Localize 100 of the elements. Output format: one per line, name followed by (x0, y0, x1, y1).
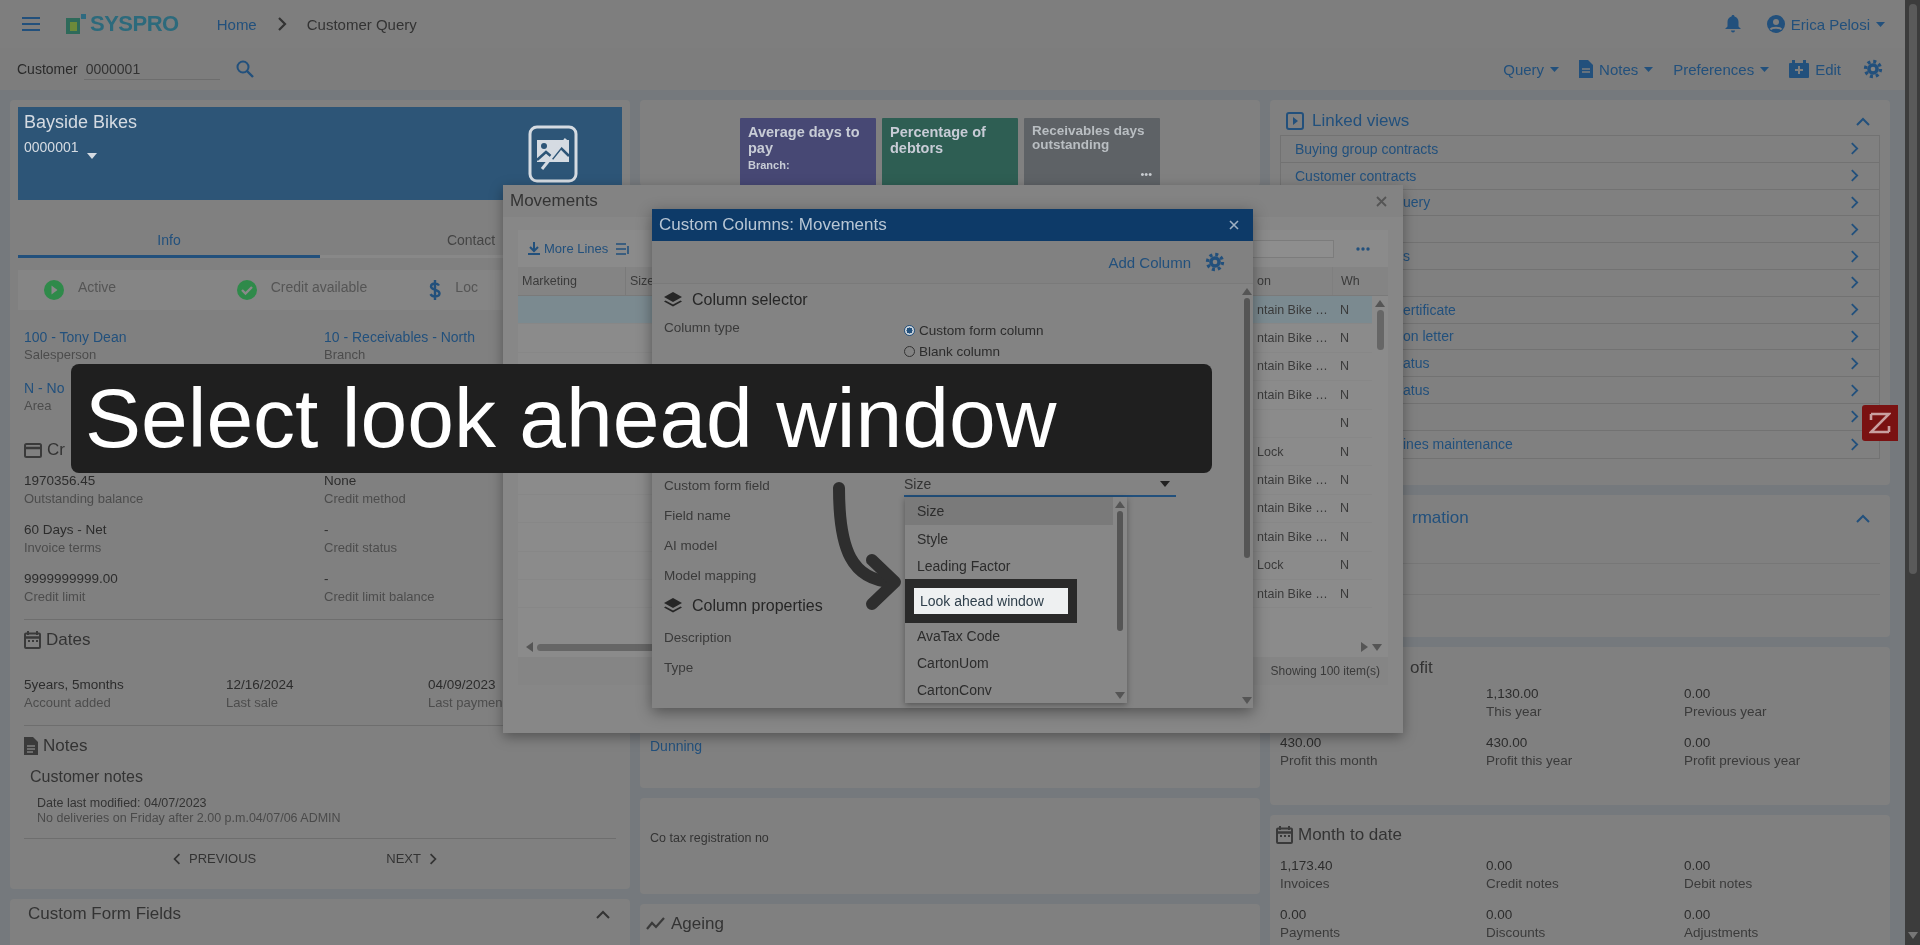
calendar-plus-icon (1789, 60, 1810, 78)
scroll-down-icon[interactable] (1242, 697, 1252, 704)
toolbar-button[interactable]: Edit (1789, 60, 1841, 78)
list-link[interactable]: on letter (1403, 328, 1454, 345)
caret-icon (1760, 66, 1770, 72)
add-column-link[interactable]: Add Column (1108, 253, 1191, 271)
list-link[interactable]: Buying group contracts (1295, 140, 1439, 157)
field-label: Column type (664, 320, 741, 335)
list-link[interactable]: s (1403, 248, 1410, 265)
scrollbar-thumb[interactable] (1244, 298, 1250, 558)
radio-option[interactable]: Blank column (904, 341, 1044, 362)
close-icon[interactable] (1229, 220, 1239, 230)
floating-button[interactable] (1862, 405, 1898, 441)
scroll-up-icon[interactable] (1375, 300, 1385, 307)
toolbar-button[interactable]: Notes (1579, 60, 1654, 78)
logo-icon (66, 14, 86, 34)
field-link[interactable]: 10 - Receivables - North (324, 328, 475, 346)
chevron-right-icon[interactable] (1850, 303, 1859, 317)
scroll-up-icon[interactable] (1115, 501, 1125, 508)
dropdown-option[interactable]: Style (905, 525, 1113, 553)
more-dots-icon[interactable] (1356, 246, 1370, 251)
column-header[interactable]: on (1254, 274, 1332, 288)
section-title: Notes (43, 736, 88, 756)
field-link[interactable]: 100 - Tony Dean (24, 328, 127, 346)
card-title: Custom Form Fields (28, 904, 182, 924)
play-circle-icon (44, 280, 64, 300)
more-button[interactable]: ••• (1140, 168, 1152, 180)
table-cell-text: N (1339, 358, 1351, 376)
chevron-right-icon[interactable] (1850, 276, 1859, 290)
table-cell-text: N (1339, 557, 1351, 575)
scrollbar-thumb[interactable] (1376, 310, 1384, 350)
radio-option[interactable]: Custom form column (904, 320, 1044, 341)
dropdown-option[interactable]: Leading Factor (905, 553, 1113, 579)
list-link[interactable]: ertificate (1403, 301, 1456, 318)
bell-icon[interactable] (1724, 15, 1741, 33)
scroll-left-icon[interactable] (526, 642, 533, 652)
previous-button[interactable]: PREVIOUS (173, 851, 257, 866)
field-label: This year (1486, 703, 1542, 720)
more-lines-button[interactable]: More Lines (528, 241, 609, 256)
field-link[interactable]: N - No (24, 379, 65, 397)
chevron-up-icon[interactable] (1856, 513, 1870, 523)
scroll-right-icon[interactable] (1361, 642, 1368, 652)
scroll-down-icon[interactable] (1907, 932, 1918, 939)
chevron-right-icon[interactable] (1850, 329, 1859, 343)
menu-icon[interactable] (22, 17, 40, 31)
toolbar-button[interactable]: Preferences (1673, 60, 1770, 78)
list-link[interactable]: Customer contracts (1295, 167, 1417, 184)
customer-code-dropdown[interactable]: 0000001 (24, 135, 97, 159)
dropdown-option[interactable]: Size (905, 497, 1113, 525)
scrollbar-thumb[interactable] (1117, 511, 1123, 631)
kpi-tile[interactable]: Average days to pay Branch: (740, 118, 876, 186)
settings-icon[interactable] (1205, 252, 1225, 272)
chevron-right-icon[interactable] (1850, 356, 1859, 370)
list-link[interactable]: atus (1403, 382, 1430, 399)
list-link[interactable]: uery (1403, 194, 1431, 211)
customer-field[interactable]: 0000001 (83, 58, 220, 80)
dropdown-option[interactable]: AvaTax Code (905, 623, 1113, 649)
search-icon[interactable] (235, 60, 254, 78)
list-link[interactable]: ines maintenance (1403, 436, 1513, 453)
document-icon (24, 737, 38, 755)
column-list-icon[interactable] (616, 242, 632, 255)
kpi-tile[interactable]: Percentage of debtors (882, 118, 1018, 186)
dunning-link[interactable]: Dunning (650, 738, 703, 754)
chevron-right-icon[interactable] (1850, 196, 1859, 209)
toolbar-button[interactable]: Query (1503, 60, 1560, 78)
brand-logo-text[interactable]: SYSPRO (90, 11, 179, 37)
tile-subtitle: Branch: (748, 159, 791, 171)
kpi-tile[interactable]: Receivables days outstanding ••• (1024, 118, 1160, 186)
chevron-right-icon[interactable] (1850, 169, 1859, 183)
chevron-right-icon[interactable] (1850, 249, 1859, 263)
field-label: Payments (1280, 924, 1341, 941)
settings-icon[interactable] (1863, 59, 1883, 79)
tab[interactable]: Info (18, 200, 320, 258)
column-header[interactable]: Wh (1332, 267, 1372, 295)
chevron-right-icon[interactable] (1850, 410, 1859, 424)
dropdown-option[interactable]: Look ahead window (905, 579, 1077, 623)
table-cell-text: ntain Bike … (1256, 529, 1329, 544)
chevron-right-icon[interactable] (1850, 383, 1859, 397)
field-label: Previous year (1684, 703, 1767, 720)
chevron-right-icon[interactable] (1850, 222, 1859, 236)
scroll-down-icon[interactable] (1372, 643, 1382, 651)
list-link[interactable]: atus (1403, 355, 1430, 372)
dropdown-option[interactable]: CartonConv (905, 677, 1113, 703)
user-menu-button[interactable]: Erica Pelosi (1766, 15, 1885, 33)
chevron-right-icon[interactable] (1850, 437, 1859, 451)
chevron-up-icon[interactable] (596, 910, 610, 919)
tile-title: Percentage of debtors (890, 124, 987, 156)
field-value: 1,173.40 (1280, 857, 1333, 875)
scroll-down-icon[interactable] (1115, 692, 1125, 699)
next-button[interactable]: NEXT (386, 851, 437, 866)
dropdown-option[interactable]: CartonUom (905, 649, 1113, 677)
scrollbar[interactable] (1905, 0, 1920, 945)
breadcrumb-link[interactable]: Home (216, 15, 257, 33)
field-label: Customer (17, 61, 78, 77)
chevron-right-icon[interactable] (1850, 142, 1859, 156)
column-header[interactable]: Marketing (518, 267, 626, 295)
image-placeholder-icon[interactable] (528, 125, 578, 183)
scrollbar-thumb[interactable] (1908, 4, 1917, 574)
table-cell-text: N (1339, 500, 1351, 518)
chevron-up-icon[interactable] (1856, 116, 1870, 126)
